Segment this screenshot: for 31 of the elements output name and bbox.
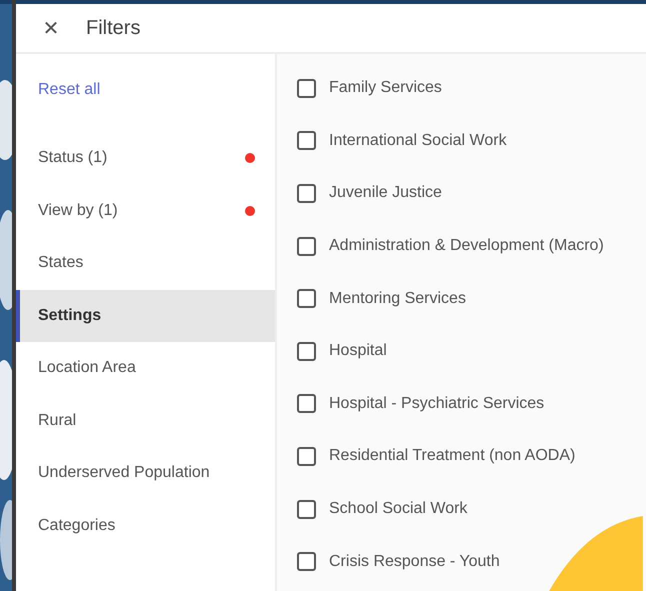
panel-title: Filters	[86, 16, 140, 40]
sidebar-item[interactable]: Rural	[16, 394, 275, 447]
option-label: Hospital - Psychiatric Services	[329, 394, 544, 413]
checkbox[interactable]	[297, 552, 316, 572]
sidebar-item[interactable]: Settings	[16, 290, 275, 342]
option-label: Hospital	[329, 342, 387, 360]
checkbox[interactable]	[297, 394, 316, 414]
checkbox[interactable]	[297, 184, 316, 203]
option-label: School Social Work	[329, 500, 468, 518]
checkbox[interactable]	[297, 289, 316, 308]
checkbox[interactable]	[297, 236, 316, 256]
checkbox[interactable]	[297, 78, 316, 98]
sidebar-item[interactable]: Status (1)	[16, 132, 275, 184]
sidebar-item[interactable]: Categories	[16, 500, 275, 552]
option-label: Juvenile Justice	[329, 184, 442, 202]
checkbox[interactable]	[297, 500, 316, 519]
sidebar-item[interactable]: View by (1)	[16, 184, 275, 237]
option-label: Mentoring Services	[329, 290, 466, 308]
sidebar-item[interactable]: Underserved Population	[16, 447, 275, 500]
close-button[interactable]: ✕	[38, 16, 64, 40]
checkbox[interactable]	[297, 342, 316, 361]
sidebar-item[interactable]: States	[16, 237, 275, 290]
sidebar-item[interactable]: Location Area	[16, 342, 275, 394]
option-label: Crisis Response - Youth	[329, 552, 500, 571]
option-label: International Social Work	[329, 132, 507, 150]
reset-link[interactable]: Reset all	[38, 80, 100, 100]
option-label: Family Services	[329, 79, 442, 98]
checkbox[interactable]	[297, 131, 316, 150]
checkbox[interactable]	[297, 446, 316, 466]
option-label: Administration & Development (Macro)	[329, 237, 604, 256]
option-label: Residential Treatment (non AODA)	[329, 447, 576, 466]
